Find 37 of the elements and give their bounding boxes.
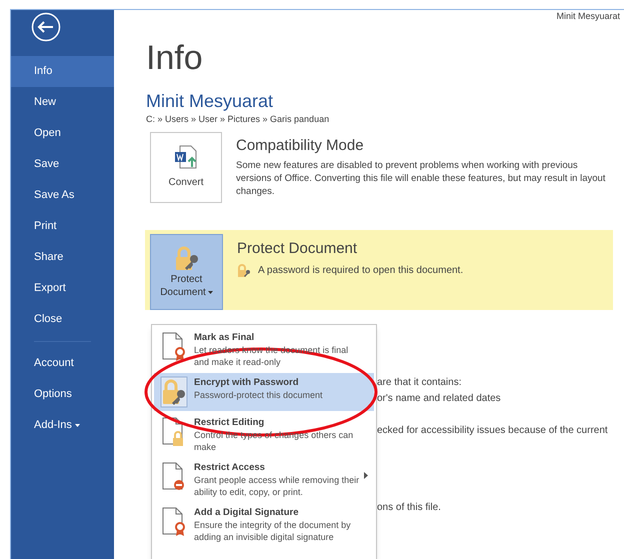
sidebar-item[interactable]: Save As bbox=[11, 180, 114, 211]
compatibility-description: Some new features are disabled to prevent problems when working with previous versions of Office. Converting this file will enable these features, but may result in layout changes. bbox=[236, 159, 606, 198]
sidebar-item[interactable]: Print bbox=[11, 211, 114, 242]
document-ribbon-icon bbox=[160, 506, 188, 538]
sidebar-item[interactable]: New bbox=[11, 87, 114, 118]
lock-key-icon bbox=[237, 264, 251, 277]
sidebar-item[interactable]: Save bbox=[11, 149, 114, 180]
page-title: Info bbox=[146, 38, 204, 78]
sidebar-item[interactable]: Options bbox=[11, 379, 114, 410]
sidebar-item[interactable]: Share bbox=[11, 242, 114, 273]
document-name: Minit Mesyuarat bbox=[146, 90, 274, 112]
info-text: ons of this file. bbox=[377, 501, 441, 515]
menu-item[interactable]: Restrict Access Grant people access while removing their ability to edit, copy, or print. bbox=[154, 458, 374, 501]
sidebar-item[interactable]: Account bbox=[11, 348, 114, 379]
protect-title: Protect Document bbox=[237, 238, 358, 258]
sidebar-item[interactable]: Close bbox=[11, 304, 114, 335]
back-button[interactable] bbox=[31, 12, 61, 42]
document-ribbon-icon bbox=[160, 331, 188, 363]
lock-key-icon bbox=[174, 244, 200, 270]
sidebar-item[interactable]: Add-Ins bbox=[11, 410, 114, 441]
protect-document-button[interactable]: Protect Document bbox=[150, 234, 223, 310]
info-text: are that it contains: bbox=[377, 376, 462, 390]
convert-button[interactable]: Convert bbox=[150, 132, 222, 202]
sidebar-item[interactable]: Export bbox=[11, 273, 114, 304]
menu-item[interactable]: Encrypt with Password Password-protect this document bbox=[154, 373, 374, 411]
info-text: ecked for accessibility issues because of the current bbox=[377, 424, 608, 438]
menu-item[interactable]: Add a Digital Signature Ensure the integrity of the document by adding an invisible digital signature bbox=[154, 503, 374, 546]
protect-status: A password is required to open this document. bbox=[258, 264, 464, 278]
lock-key-icon bbox=[160, 376, 188, 408]
sidebar-item[interactable]: Open bbox=[11, 118, 114, 149]
compatibility-title: Compatibility Mode bbox=[236, 136, 365, 156]
sidebar-item[interactable]: Info bbox=[11, 56, 114, 87]
word-convert-icon bbox=[174, 144, 198, 168]
document-path: C: » Users » User » Pictures » Garis panduan bbox=[146, 113, 330, 126]
caret-icon bbox=[208, 290, 213, 294]
window-title: Minit Mesyuarat bbox=[556, 11, 620, 21]
info-text: or's name and related dates bbox=[377, 392, 501, 406]
